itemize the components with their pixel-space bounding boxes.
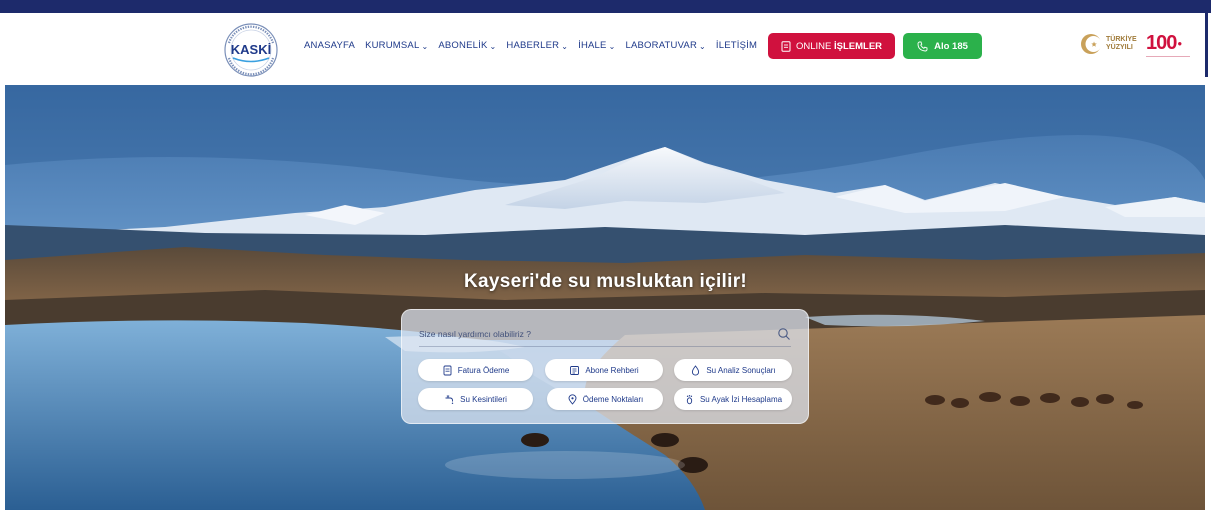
- top-bar: [0, 0, 1211, 13]
- search-input[interactable]: Size nasıl yardımcı olabiliriz ?: [419, 329, 531, 339]
- kaski-logo[interactable]: KASKİ: [219, 21, 283, 79]
- quick-link-label: Abone Rehberi: [585, 365, 639, 375]
- chevron-down-icon: ⌄: [699, 42, 706, 51]
- phone-icon: [917, 41, 928, 51]
- su-ayak-izi-hesaplama-button[interactable]: Su Ayak İzi Hesaplama: [674, 388, 792, 410]
- quick-link-label: Su Ayak İzi Hesaplama: [699, 394, 783, 404]
- quick-link-label: Su Kesintileri: [460, 394, 507, 404]
- su-analiz-sonuclari-button[interactable]: Su Analiz Sonuçları: [674, 359, 792, 381]
- quick-link-label: Ödeme Noktaları: [582, 394, 644, 404]
- logo-text: KASKİ: [231, 42, 271, 57]
- online-islemler-button[interactable]: ONLINE İŞLEMLER: [768, 33, 895, 59]
- search-box[interactable]: Size nasıl yardımcı olabiliriz ?: [419, 323, 791, 345]
- chevron-down-icon: ⌄: [608, 42, 616, 51]
- nav-item-label: LABORATUVAR: [625, 40, 698, 51]
- turkiye-text: TÜRKİYE: [1106, 36, 1137, 43]
- yuzyili-text: YÜZYILI: [1106, 44, 1133, 51]
- nav-item-laboratuvar[interactable]: LABORATUVAR ⌄: [625, 40, 705, 51]
- nav-item-haberler[interactable]: HABERLER ⌄: [506, 40, 568, 51]
- nav-item-ihale[interactable]: İHALE ⌄: [578, 40, 615, 51]
- search-underline: [419, 346, 791, 347]
- nav-item-label: HABERLER: [506, 40, 560, 51]
- mountain-landscape-image: [5, 85, 1205, 510]
- turkiye-yuzyili-logo: TÜRKİYE YÜZYILI: [1080, 33, 1137, 55]
- nav-item-kurumsal[interactable]: KURUMSAL ⌄: [365, 40, 428, 51]
- nav-item-abonelik[interactable]: ABONELİK ⌄: [438, 40, 496, 51]
- faucet-icon: [445, 395, 454, 404]
- islemler-label: İŞLEMLER: [833, 40, 883, 52]
- nav-item-label: İLETİŞİM: [715, 40, 758, 51]
- crescent-icon: [1081, 34, 1102, 54]
- invoice-icon: [443, 365, 452, 375]
- abone-rehberi-button[interactable]: Abone Rehberi: [545, 359, 663, 381]
- header-edge: [1205, 13, 1208, 77]
- footprint-icon: [686, 394, 693, 404]
- chevron-down-icon: ⌄: [421, 42, 429, 51]
- chevron-down-icon: ⌄: [489, 42, 497, 51]
- nav-item-anasayfa[interactable]: ANASAYFA: [304, 40, 355, 51]
- guide-icon: [570, 365, 580, 375]
- chevron-down-icon: ⌄: [561, 42, 569, 51]
- main-nav: ANASAYFA KURUMSAL ⌄ ABONELİK ⌄ HABERLER ⌄ İ…: [304, 40, 757, 51]
- hundred-text: 100: [1146, 32, 1177, 54]
- nav-item-iletisim[interactable]: İLETİŞİM: [716, 40, 757, 51]
- location-pin-icon: [568, 393, 577, 405]
- site-header: KASKİ ANASAYFA KURUMSAL ⌄ ABONELİK ⌄ HABER…: [0, 13, 1211, 85]
- star-icon: ●: [1177, 39, 1183, 48]
- nav-item-label: KURUMSAL: [365, 40, 420, 51]
- 100-yil-logo: 100 ●: [1146, 32, 1190, 57]
- alo-label: Alo 185: [934, 40, 968, 52]
- quick-link-label: Fatura Ödeme: [457, 365, 510, 375]
- water-drop-icon: [692, 364, 700, 375]
- su-kesintileri-button[interactable]: Su Kesintileri: [418, 388, 533, 410]
- hero-headline: Kayseri'de su musluktan içilir!: [463, 271, 748, 292]
- odeme-noktalari-button[interactable]: Ödeme Noktaları: [547, 388, 663, 410]
- nav-item-label: ANASAYFA: [304, 40, 356, 51]
- search-icon[interactable]: [777, 327, 791, 341]
- nav-item-label: İHALE: [578, 40, 607, 51]
- document-icon: [781, 40, 791, 52]
- fatura-odeme-button[interactable]: Fatura Ödeme: [418, 359, 533, 381]
- online-label: ONLINE: [795, 40, 832, 52]
- hero-banner: [5, 85, 1205, 510]
- quick-link-label: Su Analiz Sonuçları: [706, 365, 776, 375]
- logo-underline: [1146, 56, 1190, 57]
- nav-item-label: ABONELİK: [438, 40, 488, 51]
- alo-185-button[interactable]: Alo 185: [903, 33, 982, 59]
